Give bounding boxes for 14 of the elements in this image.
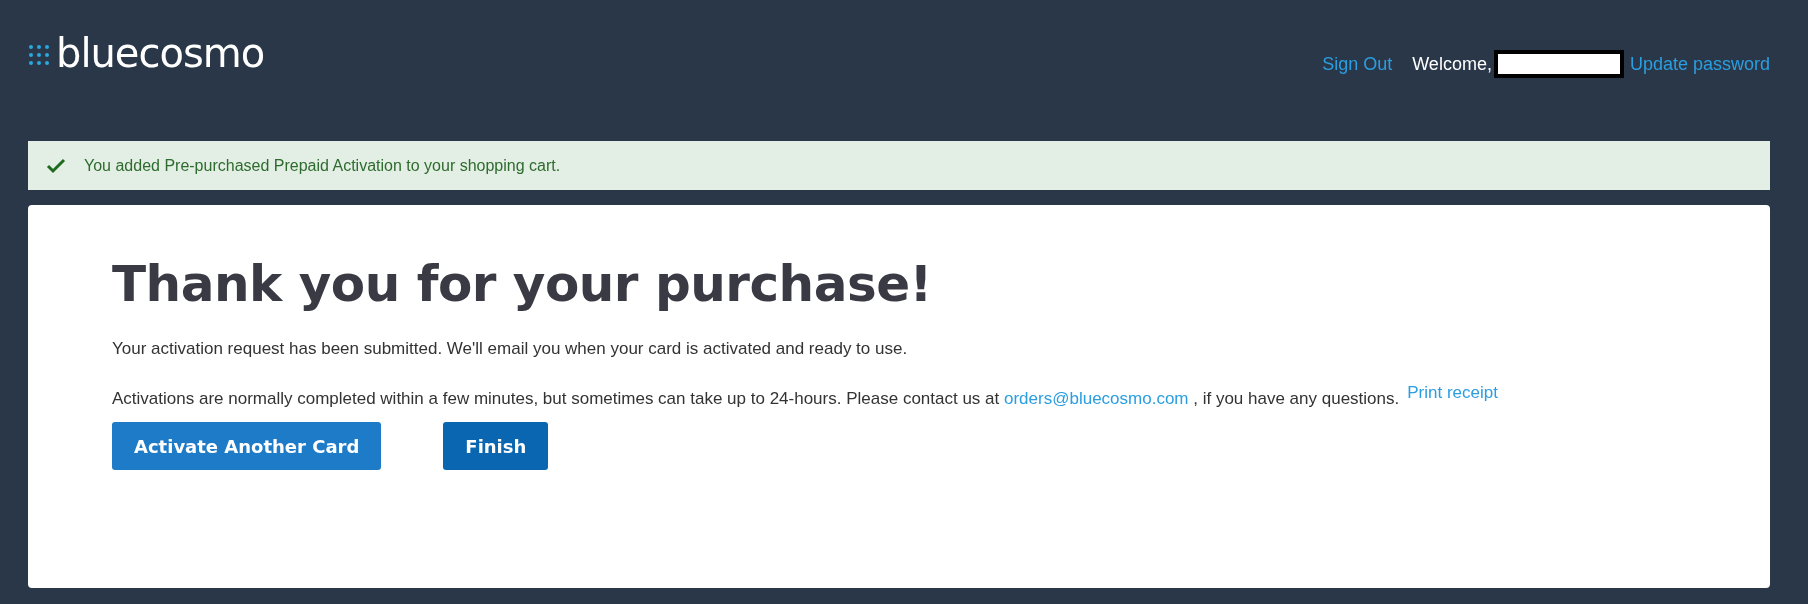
page-heading: Thank you for your purchase!: [112, 255, 933, 313]
email-link[interactable]: orders@bluecosmo.com: [1004, 389, 1189, 408]
activate-button[interactable]: Activate Another Card: [112, 422, 382, 470]
print-receipt-link[interactable]: Print receipt: [1407, 383, 1498, 403]
paragraph: Activations are normally completed within a few minutes, but sometimes can take up to 24-hours. Please contact us at orders@bluecosmo.com , if you have any questions.: [112, 389, 1400, 409]
nav-link[interactable]: Sign Out: [1322, 53, 1393, 75]
logo-dots-icon: [28, 44, 50, 66]
welcome-text: Welcome,: [1412, 53, 1492, 75]
nav-link[interactable]: Update password: [1629, 53, 1770, 75]
logo-wordmark[interactable]: bluecosmo: [56, 30, 265, 76]
paragraph: Your activation request has been submitted. We'll email you when your card is activated and ready to use.: [112, 339, 909, 359]
finish-button[interactable]: Finish: [443, 422, 549, 470]
checkmark-icon: [46, 157, 66, 174]
notice-message: You added Pre-purchased Prepaid Activation to your shopping cart.: [84, 156, 561, 175]
